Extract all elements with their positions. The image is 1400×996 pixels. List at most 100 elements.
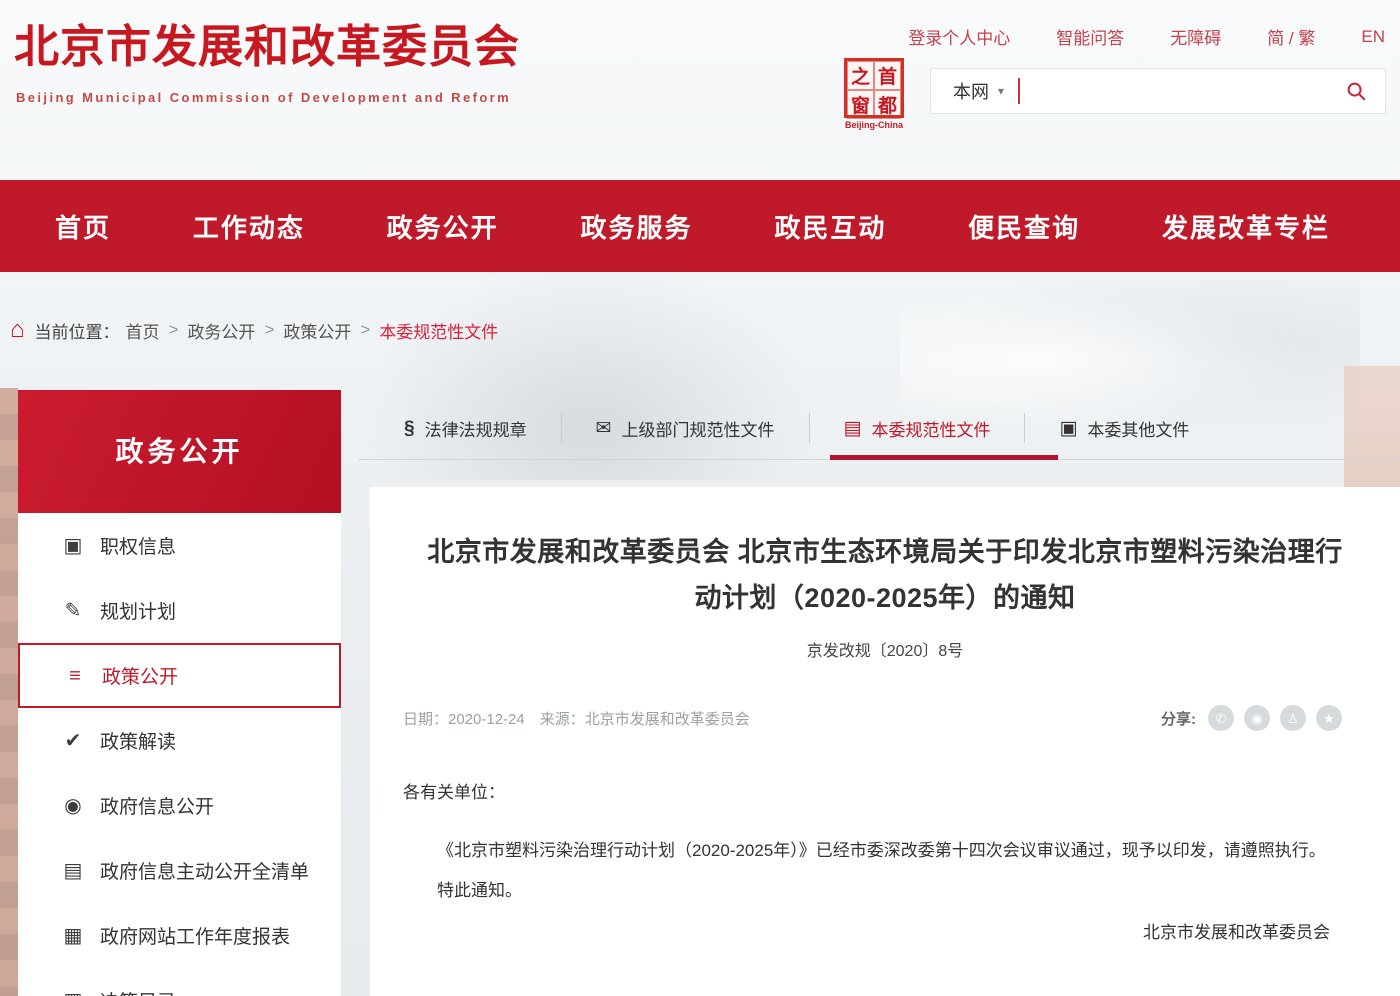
wechat-icon (1216, 712, 1227, 725)
article-panel: 北京市发展和改革委员会 北京市生态环境局关于印发北京市塑料污染治理行动计划（20… (370, 487, 1400, 996)
tab-label: 本委其他文件 (1087, 416, 1189, 441)
breadcrumb-separator: > (360, 320, 370, 340)
sidebar-item[interactable]: 规划计划 (18, 578, 341, 643)
body-paragraph: 《北京市塑料污染治理行动计划（2020-2025年）》已经市委深改委第十四次会议… (403, 831, 1330, 871)
compass-icon (60, 796, 86, 816)
files-icon (1059, 419, 1077, 438)
breadcrumb-separator: > (169, 320, 179, 340)
sidebar-item-label: 规划计划 (100, 597, 176, 624)
tab[interactable]: 法律法规规章 (370, 413, 561, 443)
salutation: 各有关单位： (403, 773, 1330, 813)
utility-link[interactable]: 无障碍 (1170, 24, 1221, 49)
share-bar: 分享: (1161, 705, 1342, 731)
sidebar-item-label: 政府信息公开 (100, 792, 214, 819)
search-button[interactable] (1327, 69, 1385, 113)
site-logo-subtitle: Beijing Municipal Commission of Developm… (16, 90, 511, 105)
utility-link[interactable]: 智能问答 (1056, 24, 1124, 49)
sidebar-item-label: 政府信息主动公开全清单 (100, 857, 309, 884)
site-header: 北京市发展和改革委员会 Beijing Municipal Commission… (0, 0, 1400, 180)
content-tabs: 法律法规规章 上级部门规范性文件 本委规范性文件 本委其他文件 (370, 400, 1400, 456)
seal-character: 窗 (847, 90, 874, 119)
breadcrumb-link[interactable]: 政策公开 (283, 318, 351, 343)
tab-label: 上级部门规范性文件 (622, 416, 775, 441)
nav-item[interactable]: 政务服务 (580, 208, 692, 245)
sidebar-menu: 职权信息 规划计划 政策公开 政策解读 (18, 513, 341, 996)
search-scope-label: 本网 (953, 78, 989, 104)
search-bar: 本网 (930, 68, 1386, 114)
edit-icon (60, 601, 86, 621)
utility-link[interactable]: 登录个人中心 (908, 24, 1010, 49)
article-meta: 日期：2020-12-24 来源：北京市发展和改革委员会 (403, 708, 750, 729)
weibo-icon (1251, 712, 1262, 725)
breadcrumb-segment: 政策公开 > (283, 318, 379, 343)
tab[interactable]: 本委其他文件 (1024, 413, 1223, 443)
breadcrumb-separator: > (264, 320, 274, 340)
utility-link[interactable]: 简 / 繁 (1267, 24, 1315, 49)
nav-item[interactable]: 首页 (55, 208, 111, 245)
seal-character: 首 (874, 61, 901, 90)
tab[interactable]: 本委规范性文件 (809, 413, 1025, 443)
breadcrumb-link[interactable]: 政务公开 (187, 318, 255, 343)
tab-label: 本委规范性文件 (871, 416, 990, 441)
document-number: 京发改规〔2020〕8号 (370, 637, 1400, 661)
list-icon (60, 861, 86, 881)
share-button[interactable] (1208, 705, 1234, 731)
date-label: 日期： (403, 711, 448, 728)
utility-link[interactable]: EN (1361, 27, 1385, 47)
sidebar-item[interactable]: 政府网站工作年度报表 (18, 903, 341, 968)
source-label: 来源： (525, 711, 585, 728)
capital-window-seal-logo[interactable]: 之首窗都 Beijing-China (832, 58, 916, 130)
share-button[interactable] (1280, 705, 1306, 731)
sidebar-item[interactable]: 政策解读 (18, 708, 341, 773)
share-button[interactable] (1244, 705, 1270, 731)
background-photo-left-edge (0, 388, 18, 996)
primary-nav: 首页 工作动态 政务公开 政务服务 政民互动 便民查询 发展改革专栏 (0, 180, 1400, 272)
active-tab-underline (830, 455, 1058, 460)
article-body: 各有关单位： 《北京市塑料污染治理行动计划（2020-2025年）》已经市委深改… (370, 773, 1400, 953)
report-icon (60, 926, 86, 946)
publish-date: 2020-12-24 (448, 711, 525, 728)
sidebar-item[interactable]: 政策公开 (18, 643, 341, 708)
nav-item[interactable]: 便民查询 (968, 208, 1080, 245)
home-icon[interactable] (10, 318, 25, 342)
sidebar-item[interactable]: 政府信息主动公开全清单 (18, 838, 341, 903)
utility-links: 登录个人中心 智能问答 无障碍 简 / 繁 EN (908, 24, 1385, 49)
search-input[interactable] (1020, 71, 1327, 111)
stamp-icon (60, 536, 86, 556)
sidebar-item-label: 决策目录 (100, 987, 176, 996)
search-scope-dropdown[interactable]: 本网 (931, 78, 1004, 104)
signature: 北京市发展和改革委员会 (403, 913, 1330, 953)
sidebar-item[interactable]: 决策目录 (18, 968, 341, 996)
share-button[interactable] (1316, 705, 1342, 731)
nav-item[interactable]: 工作动态 (193, 208, 305, 245)
favorite-icon (1323, 712, 1335, 725)
sidebar-item-label: 政府网站工作年度报表 (100, 922, 290, 949)
catalog-icon (60, 991, 86, 996)
breadcrumb-segment: 首页 > (126, 318, 188, 343)
site-logo-title[interactable]: 北京市发展和改革委员会 (14, 10, 520, 75)
breadcrumb-segment: 本委规范性文件 (379, 318, 516, 343)
sidebar-item-label: 政策公开 (102, 662, 178, 689)
seal-caption: Beijing-China (832, 120, 916, 130)
doc-icon (844, 419, 862, 438)
share-icons (1208, 705, 1342, 731)
layers-icon (62, 666, 88, 686)
seal-character: 之 (847, 61, 874, 90)
interpret-icon (60, 731, 86, 751)
nav-item[interactable]: 政务公开 (387, 208, 499, 245)
nav-item[interactable]: 政民互动 (774, 208, 886, 245)
breadcrumb: 当前位置： 首页 > 政务公开 > 政策公开 > 本委规范 (10, 312, 516, 348)
source-value: 北京市发展和改革委员会 (585, 711, 750, 728)
nav-item[interactable]: 发展改革专栏 (1162, 208, 1330, 245)
breadcrumb-link[interactable]: 首页 (126, 318, 160, 343)
breadcrumb-segment: 政务公开 > (187, 318, 283, 343)
page: 北京市发展和改革委员会 Beijing Municipal Commission… (0, 0, 1400, 996)
tab[interactable]: 上级部门规范性文件 (561, 413, 809, 443)
sidebar-item[interactable]: 政府信息公开 (18, 773, 341, 838)
tab-label: 法律法规规章 (425, 416, 527, 441)
breadcrumb-link[interactable]: 本委规范性文件 (379, 318, 498, 343)
sidebar-item[interactable]: 职权信息 (18, 513, 341, 578)
article-title: 北京市发展和改革委员会 北京市生态环境局关于印发北京市塑料污染治理行动计划（20… (416, 529, 1354, 621)
search-icon (1345, 80, 1367, 102)
share-label: 分享: (1161, 708, 1196, 729)
